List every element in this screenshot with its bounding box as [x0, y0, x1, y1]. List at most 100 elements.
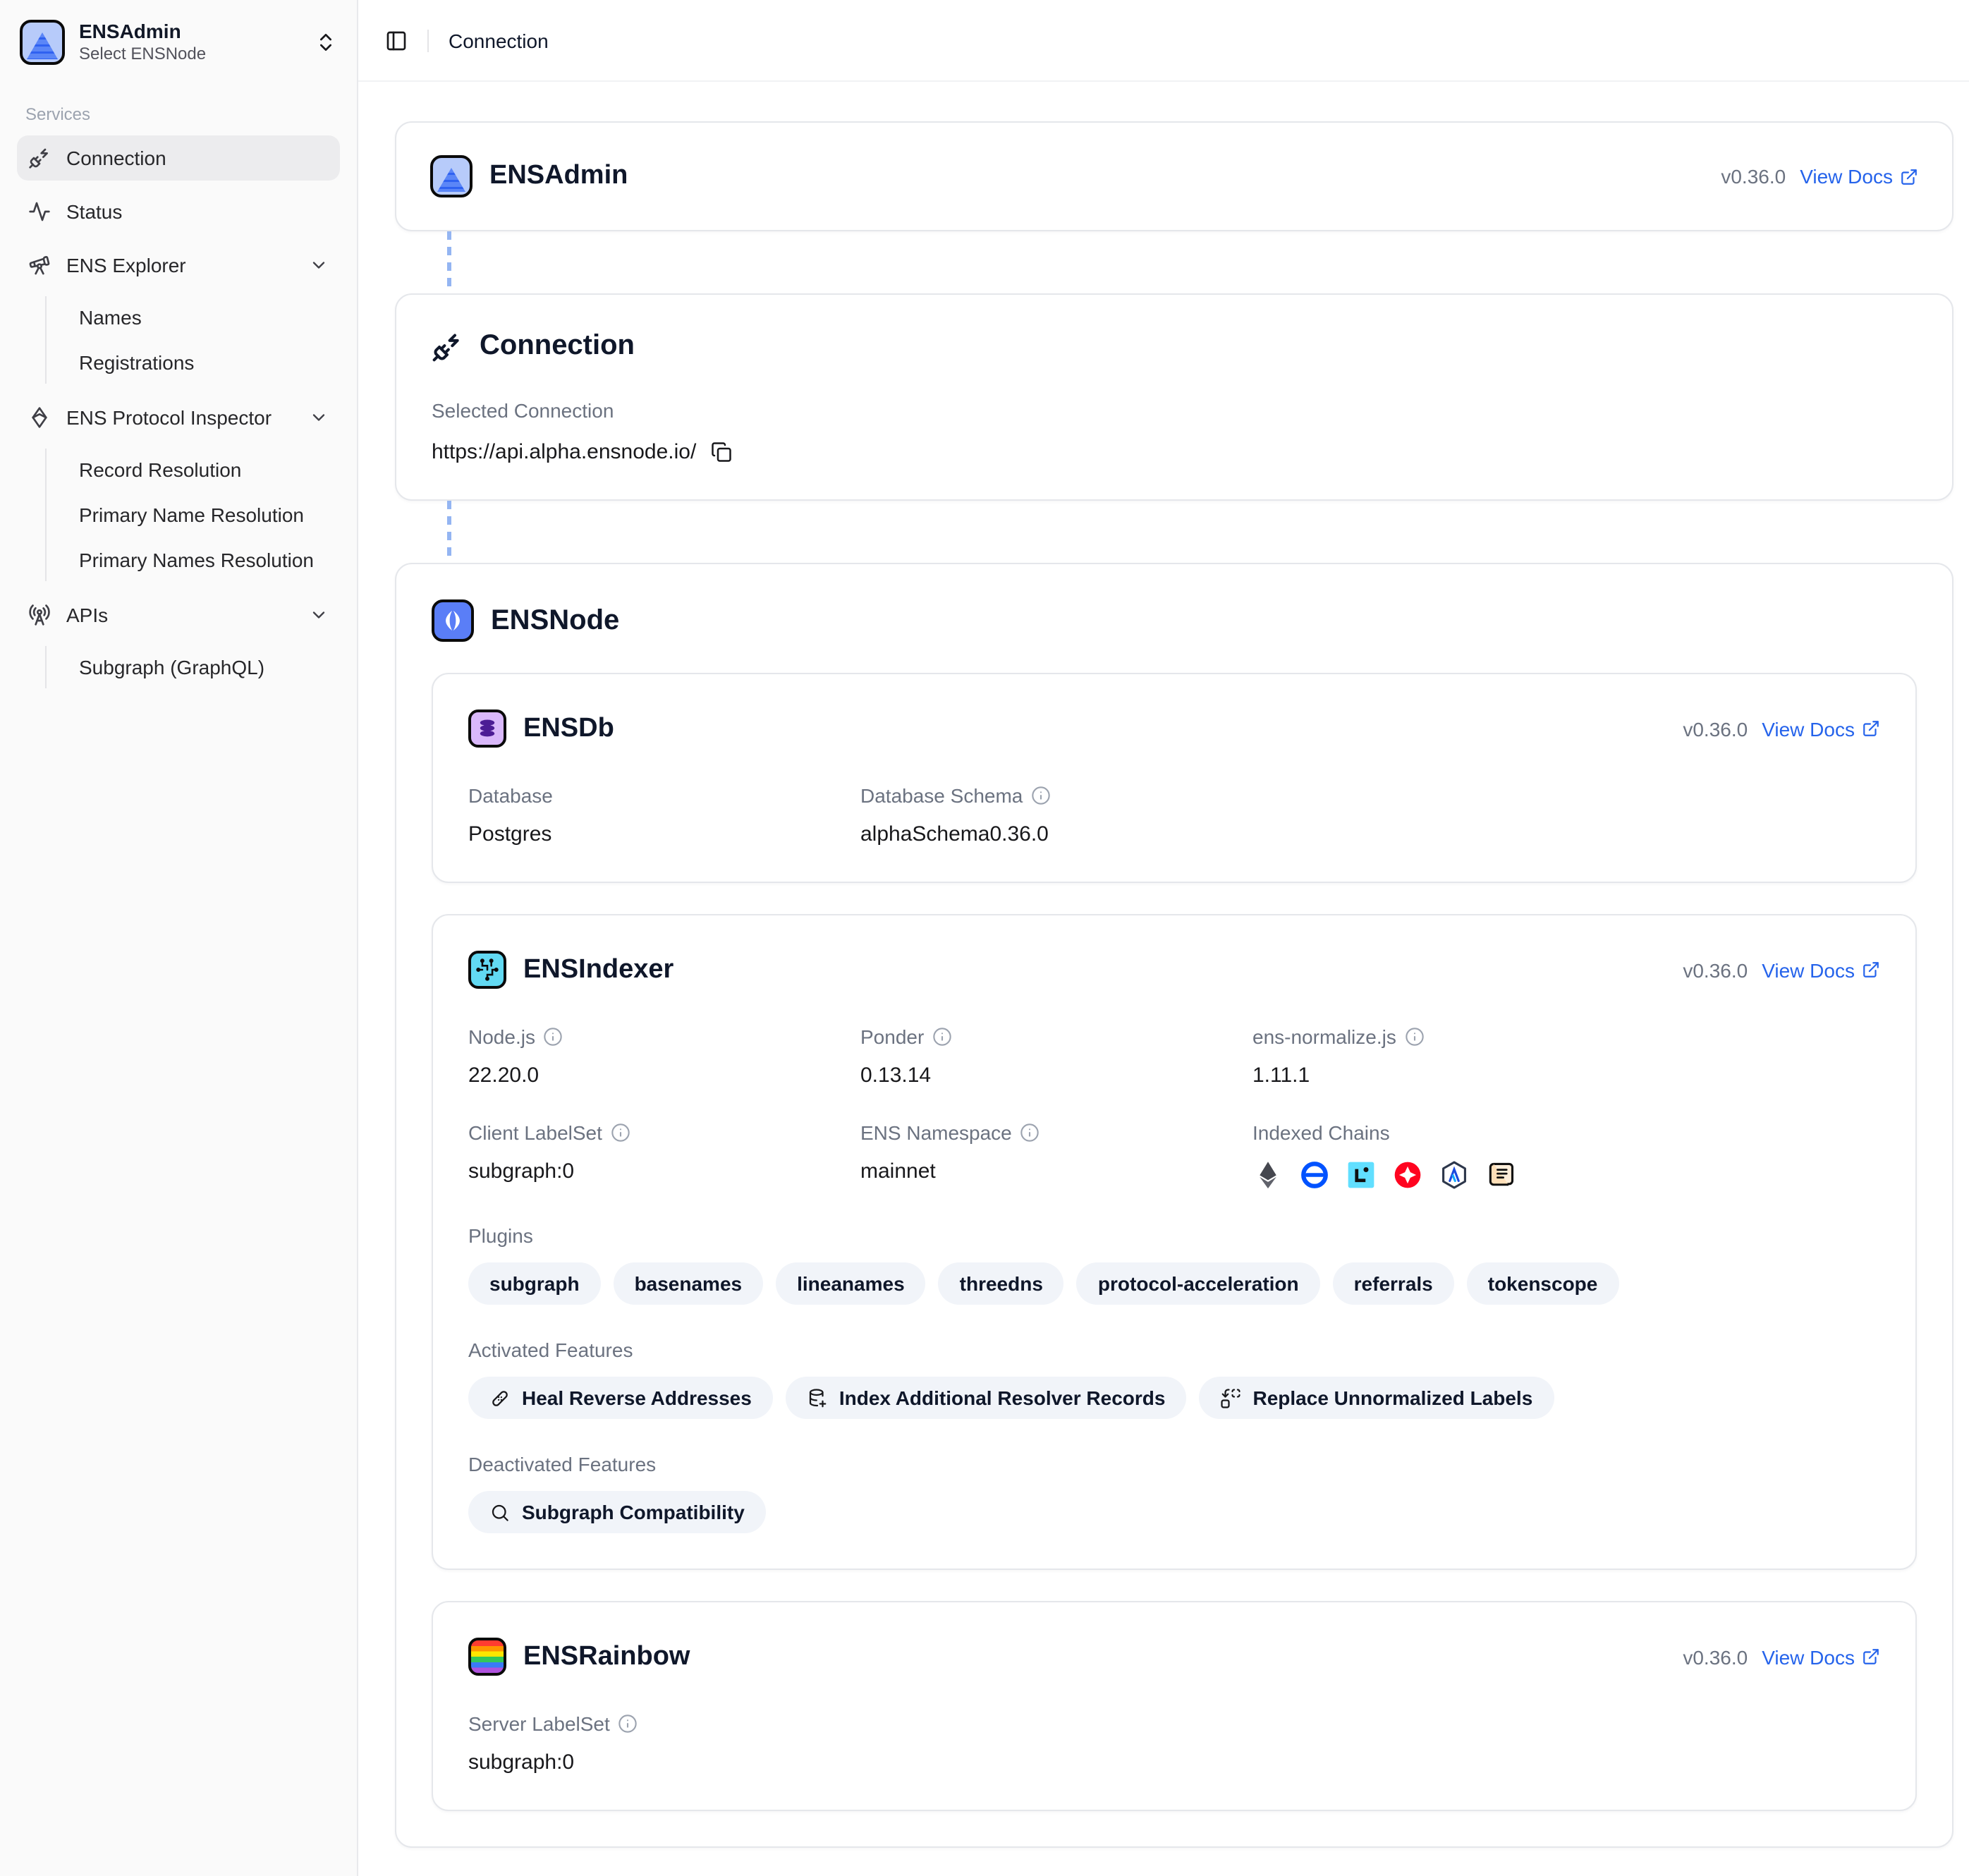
- feature-pill: Index Additional Resolver Records: [786, 1377, 1187, 1419]
- panel-left-icon: [385, 29, 408, 51]
- arbitrum-chain-icon: [1439, 1159, 1470, 1190]
- sidebar-item-record-resolution[interactable]: Record Resolution: [71, 449, 340, 491]
- sidebar-item-label: ENS Protocol Inspector: [66, 406, 272, 429]
- info-icon[interactable]: [932, 1027, 952, 1047]
- external-link-icon: [1900, 167, 1918, 185]
- scroll-chain-icon: [1485, 1159, 1516, 1190]
- bandage-icon: [489, 1387, 511, 1408]
- app-name: ENSAdmin: [79, 20, 206, 44]
- external-link-icon: [1862, 1647, 1880, 1666]
- chevron-down-icon: [309, 408, 329, 427]
- database-value: Postgres: [468, 822, 860, 846]
- sidebar-item-label: APIs: [66, 604, 108, 626]
- services-section-label: Services: [25, 104, 340, 124]
- info-icon[interactable]: [1031, 786, 1051, 805]
- ensadmin-card: ENSAdmin v0.36.0 View Docs: [395, 121, 1953, 231]
- sidebar-item-primary-names-resolution[interactable]: Primary Names Resolution: [71, 539, 340, 581]
- sidebar-item-label: ENS Explorer: [66, 254, 186, 276]
- server-labelset-label: Server LabelSet: [468, 1712, 610, 1735]
- plugin-pill: subgraph: [468, 1262, 601, 1305]
- activated-features-row: Heal Reverse Addresses Index Additional …: [468, 1377, 1880, 1419]
- ponder-field: Ponder 0.13.14: [860, 1025, 1252, 1088]
- database-field: Database Postgres: [468, 784, 860, 846]
- app-subtitle: Select ENSNode: [79, 44, 206, 64]
- info-icon[interactable]: [544, 1027, 563, 1047]
- ensdb-card-title: ENSDb: [523, 713, 614, 744]
- optimism-chain-icon: [1392, 1159, 1423, 1190]
- plugin-pill: basenames: [614, 1262, 764, 1305]
- sidebar-item-primary-name-resolution[interactable]: Primary Name Resolution: [71, 494, 340, 536]
- card-connector-line: [447, 231, 451, 293]
- plugin-pill: tokenscope: [1467, 1262, 1619, 1305]
- search-icon: [489, 1502, 511, 1523]
- selected-connection-label: Selected Connection: [432, 399, 614, 422]
- activated-features-label: Activated Features: [468, 1339, 1880, 1361]
- feature-pill: Subgraph Compatibility: [468, 1491, 766, 1533]
- sidebar-item-names[interactable]: Names: [71, 296, 340, 339]
- indexed-chains-field: Indexed Chains: [1252, 1121, 1880, 1190]
- ensindexer-card-title: ENSIndexer: [523, 954, 673, 985]
- sidebar-item-apis[interactable]: APIs: [17, 592, 340, 638]
- sidebar-item-subgraph-graphql[interactable]: Subgraph (GraphQL): [71, 646, 340, 688]
- ensadmin-card-title: ENSAdmin: [489, 161, 628, 192]
- sidebar-toggle-button[interactable]: [385, 29, 408, 51]
- ensindexer-card: ENSIndexer v0.36.0 View Docs Node.: [432, 914, 1917, 1570]
- ensnode-icon: [432, 599, 474, 642]
- view-docs-link[interactable]: View Docs: [1762, 717, 1880, 740]
- sidebar-item-status[interactable]: Status: [17, 189, 340, 234]
- topbar: Connection: [358, 0, 1969, 82]
- ensrainbow-card-title: ENSRainbow: [523, 1641, 690, 1672]
- sidebar-item-ens-protocol-inspector[interactable]: ENS Protocol Inspector: [17, 395, 340, 440]
- sidebar-item-label: Status: [66, 200, 122, 223]
- copy-url-button[interactable]: [710, 441, 731, 463]
- main-area: Connection ENSAdmin v0.36.0 View Docs: [358, 0, 1969, 1876]
- version-label: v0.36.0: [1683, 958, 1748, 981]
- view-docs-link[interactable]: View Docs: [1762, 958, 1880, 981]
- database-schema-value: alphaSchema0.36.0: [860, 822, 1252, 846]
- deactivated-features-label: Deactivated Features: [468, 1453, 1880, 1475]
- ens-normalize-field: ens-normalize.js 1.11.1: [1252, 1025, 1880, 1088]
- version-label: v0.36.0: [1721, 165, 1786, 188]
- info-icon[interactable]: [611, 1123, 630, 1143]
- chevron-down-icon: [309, 255, 329, 275]
- feature-pill: Replace Unnormalized Labels: [1200, 1377, 1554, 1419]
- copy-icon: [710, 441, 731, 463]
- ensadmin-card-icon: [430, 155, 473, 197]
- chevron-down-icon: [309, 605, 329, 625]
- sidebar-item-label: Connection: [66, 147, 166, 169]
- info-icon[interactable]: [1405, 1027, 1425, 1047]
- card-connector-line: [447, 501, 451, 563]
- view-docs-link[interactable]: View Docs: [1762, 1645, 1880, 1668]
- sidebar-item-ens-explorer[interactable]: ENS Explorer: [17, 243, 340, 288]
- breadcrumb: Connection: [449, 29, 549, 51]
- plugin-pill: threedns: [939, 1262, 1064, 1305]
- plugins-row: subgraph basenames lineanames threedns p…: [468, 1262, 1880, 1305]
- plugins-label: Plugins: [468, 1224, 1880, 1247]
- ensadmin-logo-icon: [20, 20, 65, 65]
- database-schema-field: Database Schema alphaSchema0.36.0: [860, 784, 1252, 846]
- ethereum-chain-icon: [1252, 1159, 1284, 1190]
- ensindexer-icon: [468, 951, 506, 989]
- ensnode-selector[interactable]: ENSAdmin Select ENSNode: [17, 14, 340, 71]
- view-docs-link[interactable]: View Docs: [1800, 165, 1918, 188]
- info-icon[interactable]: [618, 1714, 638, 1734]
- activity-icon: [28, 200, 51, 223]
- plugin-pill: referrals: [1333, 1262, 1454, 1305]
- info-icon[interactable]: [1020, 1123, 1040, 1143]
- external-link-icon: [1862, 719, 1880, 738]
- ensdb-card: ENSDb v0.36.0 View Docs Database: [432, 673, 1917, 883]
- ens-diamond-icon: [28, 406, 51, 429]
- feature-pill: Heal Reverse Addresses: [468, 1377, 773, 1419]
- deactivated-features-row: Subgraph Compatibility: [468, 1491, 1880, 1533]
- sidebar-item-connection[interactable]: Connection: [17, 135, 340, 181]
- sidebar-item-registrations[interactable]: Registrations: [71, 341, 340, 384]
- plugin-pill: protocol-acceleration: [1077, 1262, 1320, 1305]
- apis-sublist: Subgraph (GraphQL): [45, 646, 340, 688]
- client-labelset-field: Client LabelSet subgraph:0: [468, 1121, 860, 1190]
- connection-url: https://api.alpha.ensnode.io/: [432, 440, 696, 464]
- ens-namespace-field: ENS Namespace mainnet: [860, 1121, 1252, 1190]
- inspector-sublist: Record Resolution Primary Name Resolutio…: [45, 449, 340, 581]
- external-link-icon: [1862, 961, 1880, 979]
- linea-chain-icon: [1346, 1159, 1377, 1190]
- nodejs-field: Node.js 22.20.0: [468, 1025, 860, 1088]
